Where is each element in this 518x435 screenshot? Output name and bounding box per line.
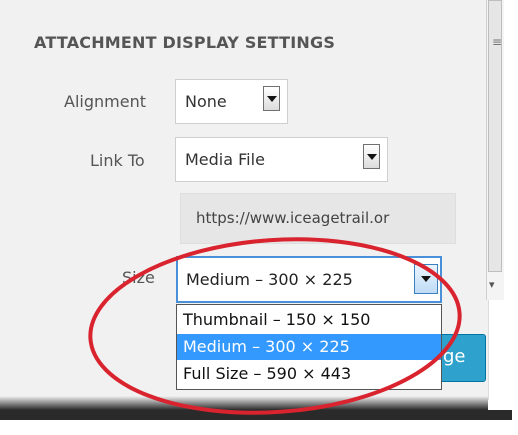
alignment-dropdown-arrow-icon[interactable]	[263, 86, 280, 111]
size-value: Medium – 300 × 225	[186, 270, 353, 289]
modal-footer-bar	[0, 410, 512, 420]
link-to-value: Media File	[185, 150, 265, 169]
alignment-value: None	[185, 92, 227, 111]
size-option-thumbnail[interactable]: Thumbnail – 150 × 150	[177, 307, 441, 333]
scroll-down-icon[interactable]: ▾	[489, 278, 495, 291]
section-heading: ATTACHMENT DISPLAY SETTINGS	[34, 33, 336, 52]
link-url-field[interactable]: https://www.iceagetrail.or	[180, 193, 456, 244]
modal-footer-shadow	[0, 396, 488, 410]
insert-button-label: ge	[443, 346, 466, 367]
alignment-label: Alignment	[64, 92, 146, 111]
size-select[interactable]: Medium – 300 × 225	[176, 256, 442, 303]
size-label: Size	[122, 268, 155, 287]
size-dropdown-arrow-icon[interactable]	[414, 264, 438, 294]
size-option-full[interactable]: Full Size – 590 × 443	[177, 361, 441, 387]
scrollbar[interactable]: ≡ ▾	[486, 0, 504, 300]
link-to-dropdown-arrow-icon[interactable]	[363, 144, 380, 169]
scrollbar-thumb[interactable]: ≡	[488, 0, 502, 272]
size-options-list[interactable]: Thumbnail – 150 × 150 Medium – 300 × 225…	[176, 304, 442, 390]
link-to-label: Link To	[90, 151, 145, 170]
size-option-medium[interactable]: Medium – 300 × 225	[177, 334, 441, 360]
grip-icon: ≡	[492, 35, 503, 49]
link-url-value: https://www.iceagetrail.or	[196, 209, 390, 227]
link-to-select[interactable]: Media File	[175, 137, 388, 182]
